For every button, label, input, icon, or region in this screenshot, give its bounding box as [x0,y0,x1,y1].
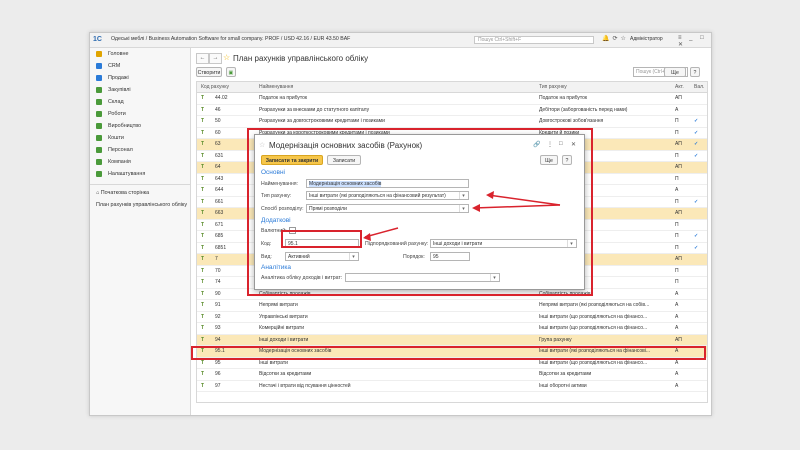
arrow-head-dist [472,204,480,212]
arrow-line-dist [473,204,561,209]
arrow-head-type [486,191,494,199]
arrow-head-code [363,233,371,241]
annotation-arrows [363,191,561,241]
arrow-line-type [487,194,561,206]
